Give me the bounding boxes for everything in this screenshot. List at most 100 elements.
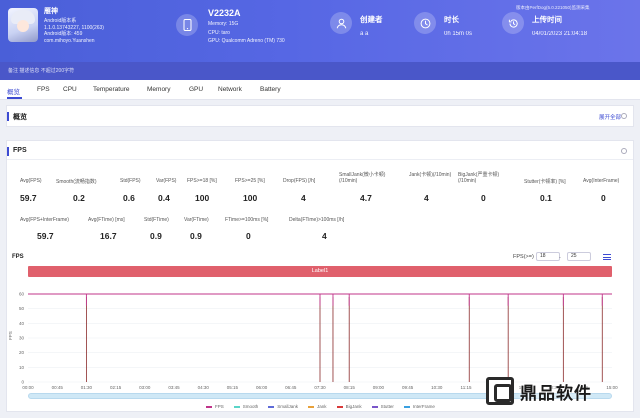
metric-label: Avg(FPS)	[20, 178, 42, 184]
x-tick-label: 08:15	[344, 385, 356, 390]
x-tick-label: 00:00	[22, 385, 34, 390]
creator-label: 创建者	[360, 15, 383, 24]
device-memory: Memory: 15G	[208, 21, 239, 27]
device-info: V2232A Memory: 15G CPU: taro GPU: Qualco…	[208, 8, 285, 45]
metric-value: 0.2	[73, 193, 85, 203]
phone-icon	[176, 14, 198, 36]
metric-label: Var(FPS)	[156, 178, 177, 184]
metric-label: Smooth(流畅指数)	[56, 179, 97, 185]
expand-all-link[interactable]: 展开全部	[599, 113, 621, 121]
legend-swatch	[206, 405, 212, 408]
upload-stat: 上传时间 04/01/2023 21:04:18	[532, 14, 587, 37]
tab-temperature[interactable]: Temperature	[93, 86, 130, 93]
tab-battery[interactable]: Battery	[260, 86, 281, 93]
fps-threshold-input-2[interactable]: 25	[567, 252, 591, 261]
tab-gpu[interactable]: GPU	[189, 86, 203, 93]
x-tick-label: 02:15	[110, 385, 122, 390]
app-info-line: com.mihoyo.Yuanshen	[44, 37, 95, 44]
legend-item[interactable]: InterFrame	[403, 404, 435, 409]
tab-overview[interactable]: 概览	[7, 86, 20, 96]
metric-label: Avg(FPS+InterFrame)	[20, 217, 69, 223]
x-tick-label: 05:15	[227, 385, 239, 390]
panel-accent	[7, 147, 9, 156]
creator-value: a a	[360, 31, 369, 37]
tab-network[interactable]: Network	[218, 86, 242, 93]
x-tick-label: 06:00	[256, 385, 268, 390]
legend-item[interactable]: FPS	[206, 404, 224, 409]
x-tick-label: 15:00	[606, 385, 618, 390]
y-tick-label: 60	[19, 292, 25, 297]
metric-label: Avg(InterFrame)	[583, 178, 620, 184]
y-axis-label: FPS	[8, 331, 13, 340]
legend-label: InterFrame	[412, 404, 435, 409]
metric-value: 100	[243, 193, 258, 203]
legend-item[interactable]: Stutter	[371, 404, 394, 409]
metric-label: Drop(FPS) [/h]	[283, 178, 316, 184]
report-header: 雁神 Android版本系 1.1.0.13743227, 1100(263) …	[0, 0, 640, 80]
brand-logo-icon	[486, 377, 514, 405]
device-model: V2232A	[208, 8, 241, 18]
chart-title: FPS	[12, 254, 24, 260]
ribbon-note[interactable]: 备注 描述信息 不超过200字符	[8, 67, 74, 74]
legend-item[interactable]: BigJank	[336, 404, 362, 409]
y-tick-label: 30	[19, 336, 25, 341]
upload-label: 上传时间	[532, 15, 562, 24]
legend-swatch	[308, 405, 315, 408]
app-name: 雁神	[44, 8, 58, 15]
legend-swatch	[336, 405, 343, 408]
metric-label: Var(FTime)	[184, 217, 209, 223]
divider	[7, 159, 633, 160]
x-tick-label: 06:45	[285, 385, 297, 390]
metric-value: 4.7	[360, 193, 372, 203]
x-tick-label: 01:30	[81, 385, 93, 390]
x-tick-label: 11:15	[461, 385, 472, 390]
duration-label: 时长	[444, 15, 459, 24]
chevron-down-icon[interactable]	[621, 113, 627, 119]
fps-threshold-input-1[interactable]: 18	[536, 252, 560, 261]
clock-icon	[414, 12, 436, 34]
y-tick-label: 20	[19, 350, 25, 355]
label-bar[interactable]: Label1	[28, 266, 612, 277]
y-tick-label: 40	[19, 321, 25, 326]
metric-label: SmallJank(微小卡顿)(/10min)	[339, 172, 386, 184]
x-tick-label: 09:45	[402, 385, 414, 390]
metric-value: 4	[322, 231, 327, 241]
legend-swatch	[403, 405, 410, 408]
upload-value: 04/01/2023 21:04:18	[532, 31, 588, 37]
metric-value: 4	[301, 193, 306, 203]
tab-memory[interactable]: Memory	[147, 86, 170, 93]
metric-value: 0	[481, 193, 486, 203]
duration-value: 0h 15m 0s	[444, 31, 473, 37]
overview-title: 概览	[13, 114, 27, 121]
overview-panel: 概览 展开全部	[6, 105, 634, 127]
brand-name: 鼎品软件	[520, 383, 592, 404]
metric-value: 100	[195, 193, 210, 203]
user-icon	[330, 12, 352, 34]
metric-label: Jank(卡顿)(/10min)	[409, 172, 452, 178]
metric-value: 0.9	[190, 231, 202, 241]
legend-item[interactable]: Smooth	[233, 404, 258, 409]
legend-item[interactable]: SmallJank	[268, 404, 298, 409]
x-tick-label: 09:00	[373, 385, 385, 390]
metric-label: Avg(FTime) [ms]	[88, 217, 125, 223]
tab-fps[interactable]: FPS	[37, 86, 50, 93]
metric-label: Std(FTime)	[144, 217, 169, 223]
history-icon	[502, 12, 524, 34]
metric-value: 0.6	[123, 193, 135, 203]
legend-label: FPS	[215, 404, 224, 409]
tab-cpu[interactable]: CPU	[63, 86, 77, 93]
fps-title: FPS	[13, 147, 27, 154]
y-tick-label: 50	[19, 306, 25, 311]
x-tick-label: 10:30	[431, 385, 443, 390]
range-dash: -	[559, 255, 561, 261]
metric-label: Delta(FTime)>100ms [/h]	[289, 217, 345, 223]
legend-label: BigJank	[345, 404, 362, 409]
legend-item[interactable]: Jank	[308, 404, 327, 409]
legend-label: SmallJank	[277, 404, 299, 409]
collapse-icon[interactable]	[621, 148, 627, 154]
legend-swatch	[371, 405, 378, 408]
y-tick-label: 10	[19, 365, 25, 370]
metric-value: 0.9	[150, 231, 162, 241]
menu-icon[interactable]	[603, 254, 611, 260]
metric-value: 0.4	[158, 193, 170, 203]
